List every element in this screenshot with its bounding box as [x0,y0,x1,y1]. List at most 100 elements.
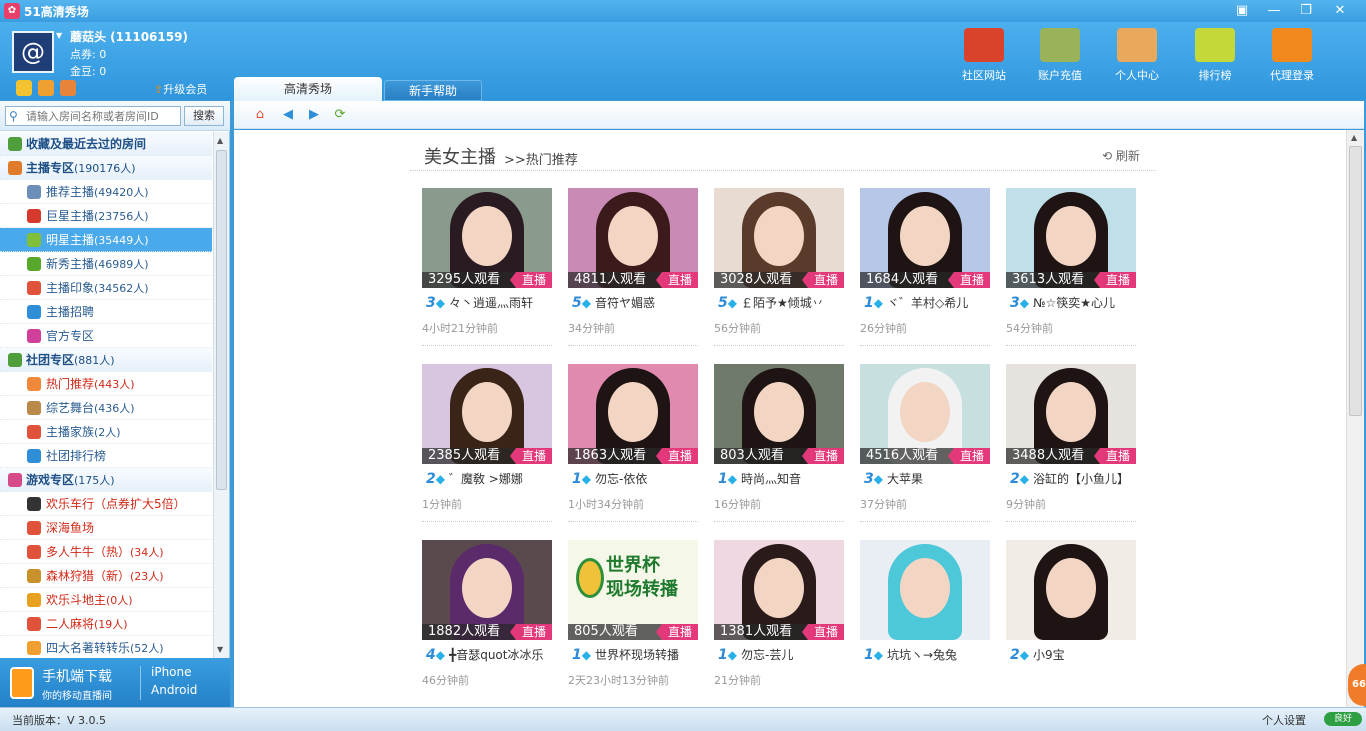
streamer-thumbnail[interactable]: 1863人观看 直播 [568,364,698,464]
tree-item[interactable]: 多人牛牛（热）(34人) [0,540,212,564]
scroll-up-icon[interactable]: ▲ [217,136,223,145]
refresh-link[interactable]: ⟲ 刷新 [1102,147,1140,164]
tree-item[interactable]: 新秀主播(46989人) [0,252,212,276]
streamer-thumbnail[interactable]: 4811人观看 直播 [568,188,698,288]
streamer-name-line[interactable]: 2◆ ゛魔敎 >娜娜 [426,470,552,487]
streamer-name-line[interactable]: 1◆ 勿忘-依依 [572,470,698,487]
streamer-card[interactable]: 3613人观看 直播 3◆ №☆筷奕★心儿 54分钟前 [1006,188,1136,348]
tree-item[interactable]: 四大名著转转乐(52人) [0,636,212,658]
streamer-name-line[interactable]: 5◆ 音符ヤ媚惑 [572,294,698,311]
avatar[interactable]: @ [12,31,54,73]
iphone-link[interactable]: iPhone [151,665,192,679]
streamer-name-line[interactable]: 1◆ 世界杯现场转播 [572,646,698,663]
streamer-name-line[interactable]: 5◆ ￡陌予★倾城丷 [718,294,844,311]
forward-arrow-icon[interactable]: ▶ [306,107,322,123]
streamer-card[interactable]: 1684人观看 直播 1◆ ヾ゛羊村◇希儿 26分钟前 [860,188,990,348]
streamer-card[interactable]: 2385人观看 直播 2◆ ゛魔敎 >娜娜 1分钟前 [422,364,552,524]
avatar-dropdown-icon[interactable]: ▼ [56,31,62,40]
streamer-name-line[interactable]: 3◆ №☆筷奕★心儿 [1010,294,1136,311]
tree-item[interactable]: 主播印象(34562人) [0,276,212,300]
android-link[interactable]: Android [151,683,197,697]
streamer-thumbnail[interactable]: 4516人观看 直播 [860,364,990,464]
left-scrollbar[interactable]: ▲ ▼ [213,132,229,658]
scroll-up-icon[interactable]: ▲ [1351,133,1357,142]
streamer-thumbnail[interactable]: 世界杯 现场转播 805人观看 直播 [568,540,698,640]
tree-item[interactable]: 热门推荐(443人) [0,372,212,396]
streamer-card[interactable]: 世界杯 现场转播 805人观看 直播 1◆ 世界杯现场转播 2天23小时13分钟前 [568,540,698,700]
tab-help[interactable]: 新手帮助 [384,80,482,101]
tree-category[interactable]: 收藏及最近去过的房间 [0,132,212,156]
tree-item[interactable]: 巨星主播(23756人) [0,204,212,228]
tab-hd-show[interactable]: 高清秀场 [234,77,382,101]
streamer-thumbnail[interactable]: 1381人观看 直播 [714,540,844,640]
user-center-button[interactable]: 个人中心 [1105,28,1169,88]
home-icon[interactable]: ⌂ [252,107,268,123]
streamer-thumbnail[interactable]: 2385人观看 直播 [422,364,552,464]
search-button[interactable]: 搜索 [184,106,224,126]
streamer-thumbnail[interactable]: 3488人观看 直播 [1006,364,1136,464]
search-input[interactable] [26,108,178,124]
streamer-name-line[interactable]: 3◆ 大苹果 [864,470,990,487]
tree-item[interactable]: 明星主播(35449人) [0,228,212,252]
tree-item[interactable]: 综艺舞台(436人) [0,396,212,420]
streamer-name-line[interactable]: 3◆ 々丶逍遥灬雨轩 [426,294,552,311]
close-icon[interactable]: ✕ [1326,0,1354,22]
recharge-button[interactable]: 账户充值 [1028,28,1092,88]
upgrade-vip-link[interactable]: ⇧升级会员 [154,81,207,97]
mobile-download-banner[interactable]: 手机端下载 你的移动直播间 iPhone Android [0,658,230,707]
streamer-card[interactable]: 3488人观看 直播 2◆ 浴缸的【小鱼儿】 9分钟前 [1006,364,1136,524]
restore-small-icon[interactable]: ▣ [1228,0,1256,22]
tree-item[interactable]: 欢乐车行（点券扩大5倍） [0,492,212,516]
tree-category[interactable]: 社团专区(881人) [0,348,212,372]
streamer-card[interactable]: 3295人观看 直播 3◆ 々丶逍遥灬雨轩 4小时21分钟前 [422,188,552,348]
minimize-icon[interactable]: — [1260,0,1288,22]
scroll-down-icon[interactable]: ▼ [217,645,223,654]
tree-item[interactable]: 欢乐斗地主(0人) [0,588,212,612]
gift-icon[interactable] [38,80,54,96]
personal-settings-link[interactable]: 个人设置 [1262,712,1306,728]
ranking-button[interactable]: 排行榜 [1183,28,1247,88]
scroll-thumb[interactable] [216,150,227,490]
streamer-thumbnail[interactable]: 803人观看 直播 [714,364,844,464]
lock-icon[interactable] [60,80,76,96]
streamer-name-line[interactable]: 2◆ 小9宝 [1010,646,1136,663]
tree-category[interactable]: 主播专区(190176人) [0,156,212,180]
tree-item[interactable]: 主播招聘 [0,300,212,324]
tree-item[interactable]: 森林狩猎（新）(23人) [0,564,212,588]
agent-login-button[interactable]: 代理登录 [1260,28,1324,88]
tree-item[interactable]: 主播家族(2人) [0,420,212,444]
streamer-thumbnail[interactable]: 3295人观看 直播 [422,188,552,288]
streamer-name-line[interactable]: 1◆ 時尚灬知音 [718,470,844,487]
streamer-thumbnail[interactable] [1006,540,1136,640]
streamer-name-line[interactable]: 4◆ ╋音瑟quot冰冰乐 [426,646,552,663]
community-site-button[interactable]: 社区网站 [952,28,1016,88]
streamer-card[interactable]: 1381人观看 直播 1◆ 勿忘-芸儿 21分钟前 [714,540,844,700]
streamer-card[interactable]: 1863人观看 直播 1◆ 勿忘-依依 1小时34分钟前 [568,364,698,524]
streamer-card[interactable]: 4811人观看 直播 5◆ 音符ヤ媚惑 34分钟前 [568,188,698,348]
streamer-card[interactable]: 1882人观看 直播 4◆ ╋音瑟quot冰冰乐 46分钟前 [422,540,552,700]
streamer-name-line[interactable]: 1◆ 勿忘-芸儿 [718,646,844,663]
tree-item[interactable]: 社团排行榜 [0,444,212,468]
tree-item[interactable]: 深海鱼场 [0,516,212,540]
refresh-icon[interactable]: ⟳ [332,107,348,123]
streamer-thumbnail[interactable]: 1684人观看 直播 [860,188,990,288]
tree-item[interactable]: 二人麻将(19人) [0,612,212,636]
streamer-thumbnail[interactable]: 1882人观看 直播 [422,540,552,640]
back-arrow-icon[interactable]: ◀ [280,107,296,123]
streamer-card[interactable]: 4516人观看 直播 3◆ 大苹果 37分钟前 [860,364,990,524]
maximize-icon[interactable]: ❐ [1292,0,1320,22]
tree-item[interactable]: 推荐主播(49420人) [0,180,212,204]
streamer-thumbnail[interactable]: 3028人观看 直播 [714,188,844,288]
tree-item[interactable]: 官方专区 [0,324,212,348]
scroll-thumb[interactable] [1349,146,1362,416]
streamer-name-line[interactable]: 1◆ 坑坑ヽ→兔兔 [864,646,990,663]
streamer-card[interactable]: 3028人观看 直播 5◆ ￡陌予★倾城丷 56分钟前 [714,188,844,348]
settings-gear-icon[interactable] [16,80,32,96]
streamer-card[interactable]: 2◆ 小9宝 [1006,540,1136,700]
streamer-card[interactable]: 1◆ 坑坑ヽ→兔兔 [860,540,990,700]
streamer-card[interactable]: 803人观看 直播 1◆ 時尚灬知音 16分钟前 [714,364,844,524]
streamer-thumbnail[interactable] [860,540,990,640]
streamer-thumbnail[interactable]: 3613人观看 直播 [1006,188,1136,288]
streamer-name-line[interactable]: 1◆ ヾ゛羊村◇希儿 [864,294,990,311]
main-scrollbar[interactable]: ▲ ▼ [1346,130,1364,707]
